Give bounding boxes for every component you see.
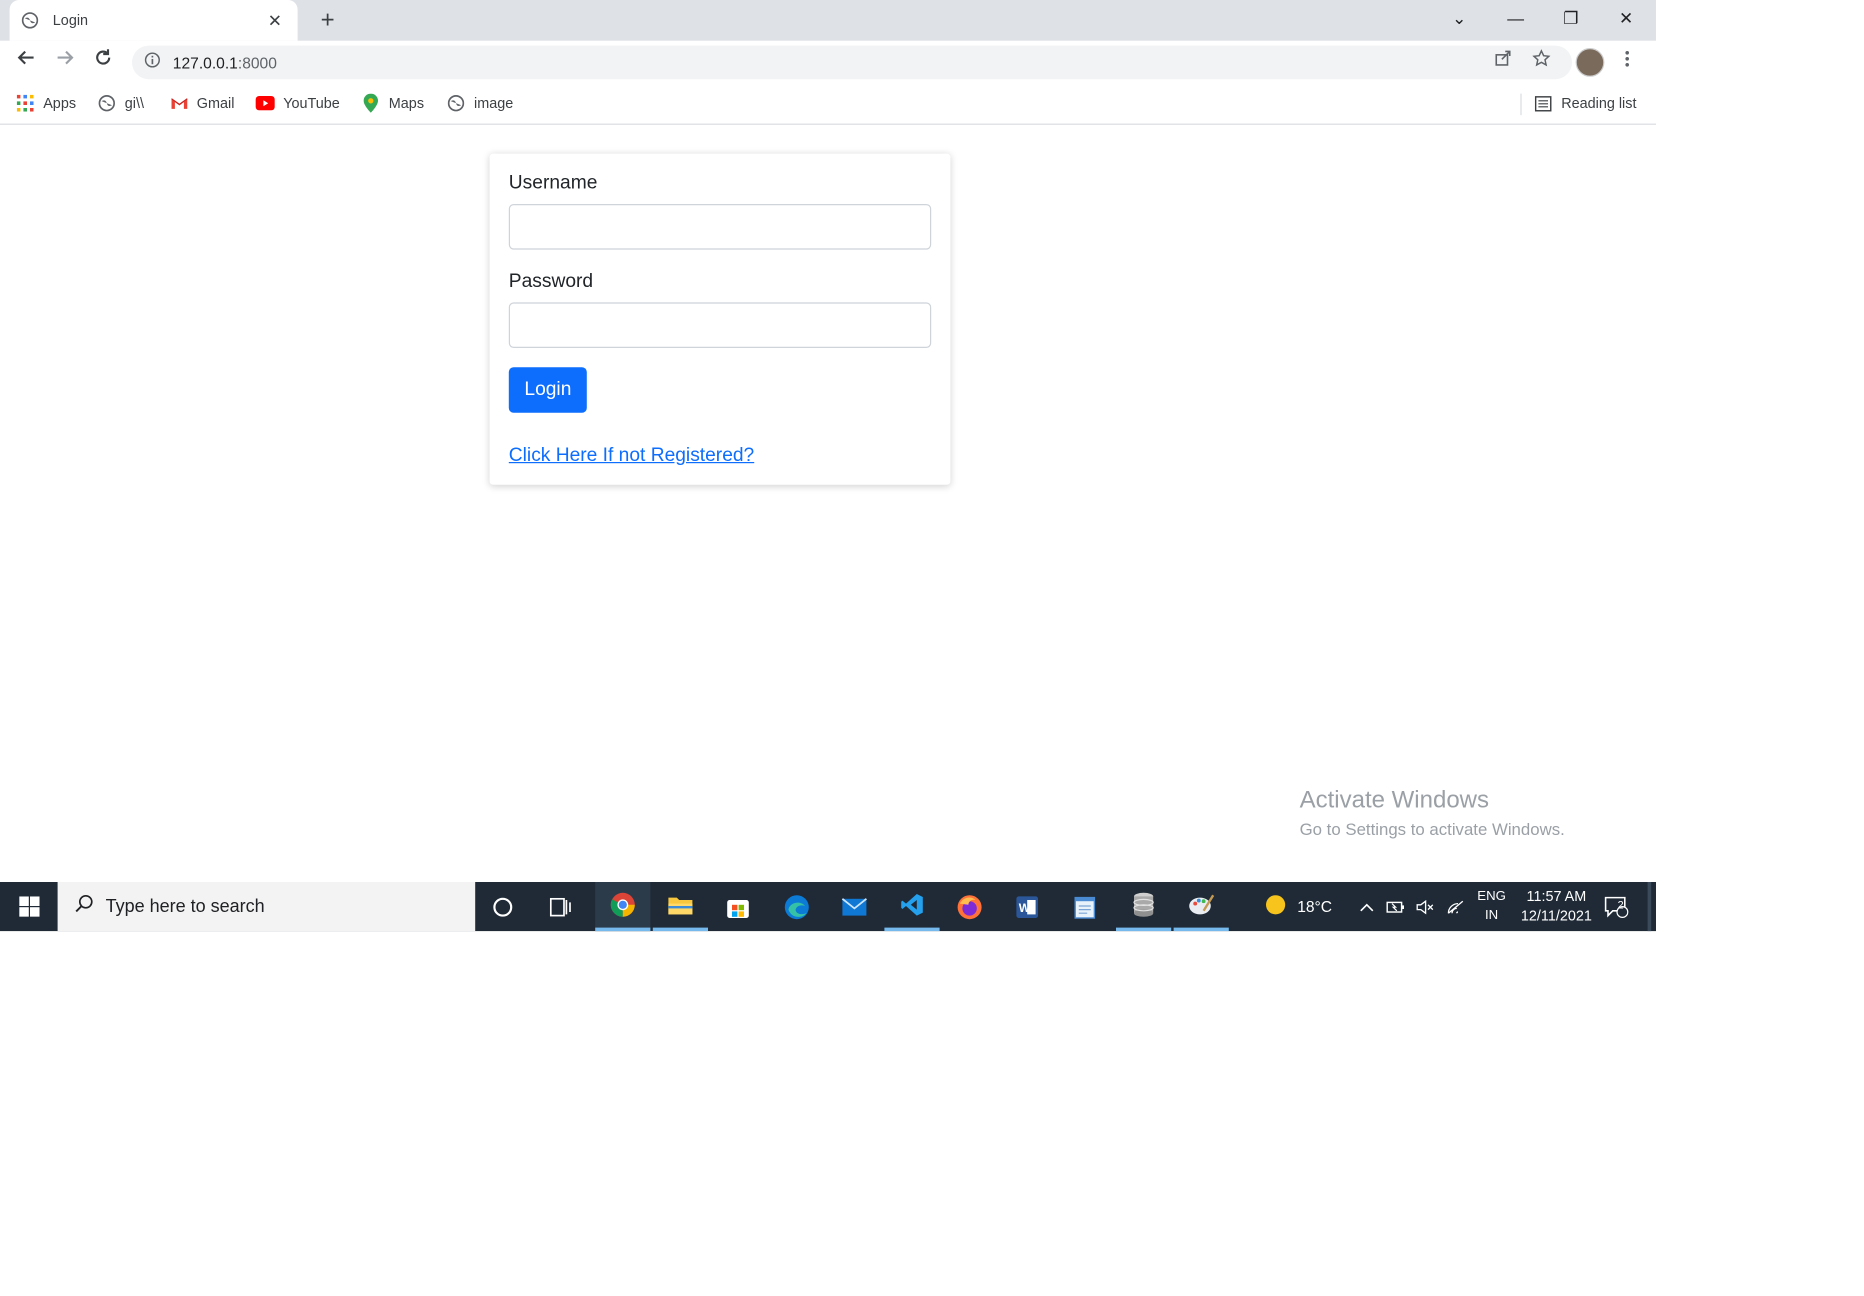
bookmark-maps[interactable]: Maps bbox=[361, 93, 425, 113]
url-port: :8000 bbox=[237, 53, 277, 72]
forward-icon[interactable] bbox=[50, 48, 79, 77]
login-card: Username Password Login Click Here If no… bbox=[489, 153, 951, 485]
edge-icon[interactable] bbox=[769, 882, 824, 931]
watermark-title: Activate Windows bbox=[1299, 787, 1490, 814]
back-icon[interactable] bbox=[12, 48, 41, 77]
globe-icon bbox=[21, 11, 41, 30]
close-window-button[interactable]: ✕ bbox=[1598, 0, 1653, 36]
reading-list-icon bbox=[1534, 94, 1553, 113]
bookmarks-divider bbox=[1520, 93, 1522, 116]
maps-pin-icon bbox=[361, 93, 380, 113]
username-input[interactable] bbox=[508, 204, 932, 250]
search-placeholder: Type here to search bbox=[105, 896, 265, 917]
password-label: Password bbox=[508, 271, 594, 292]
bookmark-apps[interactable]: Apps bbox=[16, 94, 76, 113]
chrome-icon[interactable] bbox=[595, 882, 651, 932]
activate-windows-watermark: Activate Windows Go to Settings to activ… bbox=[1300, 787, 1565, 839]
notification-count: 2 bbox=[1617, 898, 1624, 911]
url-host: 127.0.0.1 bbox=[172, 53, 238, 72]
bookmarks-bar: Apps gi\\ Gmail YouTube Maps image Readi… bbox=[0, 84, 1657, 125]
info-icon[interactable] bbox=[144, 51, 161, 74]
file-explorer-icon[interactable] bbox=[652, 882, 708, 932]
bookmark-gmail[interactable]: Gmail bbox=[169, 94, 234, 113]
bookmark-label: Gmail bbox=[196, 94, 235, 112]
cortana-icon[interactable] bbox=[475, 882, 530, 931]
region-code: IN bbox=[1485, 908, 1499, 923]
start-button[interactable] bbox=[0, 882, 58, 931]
globe-icon bbox=[446, 94, 465, 113]
show-desktop-button[interactable] bbox=[1647, 882, 1652, 932]
taskbar-search[interactable]: Type here to search bbox=[57, 882, 476, 932]
system-clock[interactable]: 11:57 AM 12/11/2021 bbox=[1514, 887, 1598, 925]
input-language[interactable]: ENG IN bbox=[1474, 887, 1510, 925]
star-icon[interactable] bbox=[1526, 48, 1555, 77]
bookmark-gi[interactable]: gi\\ bbox=[97, 94, 144, 113]
bookmark-youtube[interactable]: YouTube bbox=[255, 94, 340, 113]
close-tab-icon[interactable]: ✕ bbox=[264, 10, 286, 30]
taskbar: Type here to search W 18°C ENG IN 11:57 … bbox=[0, 882, 1657, 932]
username-label: Username bbox=[508, 172, 598, 194]
bookmark-label: Apps bbox=[43, 94, 77, 112]
clock-date: 12/11/2021 bbox=[1520, 907, 1592, 925]
mail-icon[interactable] bbox=[827, 882, 882, 931]
weather-widget[interactable]: 18°C bbox=[1265, 882, 1332, 931]
minimize-button[interactable]: — bbox=[1488, 0, 1543, 36]
new-tab-button[interactable]: + bbox=[314, 7, 340, 33]
svg-text:W: W bbox=[1019, 900, 1031, 914]
menu-icon[interactable] bbox=[1613, 48, 1642, 77]
register-link[interactable]: Click Here If not Registered? bbox=[509, 445, 931, 467]
vscode-icon[interactable] bbox=[884, 882, 940, 932]
database-icon[interactable] bbox=[1116, 882, 1172, 932]
firefox-icon[interactable] bbox=[942, 882, 997, 931]
word-icon[interactable]: W bbox=[1000, 882, 1055, 931]
youtube-icon bbox=[255, 94, 275, 113]
tab-search-icon[interactable]: ⌄ bbox=[1432, 0, 1487, 36]
tab-login[interactable]: Login ✕ bbox=[9, 0, 298, 41]
temperature: 18°C bbox=[1297, 897, 1333, 916]
tab-title: Login bbox=[52, 12, 89, 29]
reading-list-button[interactable]: Reading list bbox=[1534, 94, 1637, 113]
globe-icon bbox=[97, 94, 116, 113]
profile-avatar[interactable] bbox=[1575, 48, 1605, 77]
bookmark-label: YouTube bbox=[283, 94, 340, 112]
screen: Login ✕ + ⌄ — ❐ ✕ 127.0.0.1:8000 Apps gi… bbox=[0, 0, 1657, 932]
apps-grid-icon bbox=[16, 94, 35, 113]
tab-strip: Login ✕ + ⌄ — ❐ ✕ bbox=[0, 0, 1657, 41]
browser-toolbar: 127.0.0.1:8000 bbox=[0, 40, 1657, 84]
reading-list-label: Reading list bbox=[1561, 94, 1637, 112]
restore-button[interactable]: ❐ bbox=[1543, 0, 1598, 36]
share-icon[interactable] bbox=[1488, 48, 1517, 77]
password-input[interactable] bbox=[508, 302, 932, 348]
battery-icon[interactable] bbox=[1386, 882, 1405, 931]
gmail-icon bbox=[169, 94, 188, 113]
volume-muted-icon[interactable] bbox=[1416, 882, 1435, 931]
login-button[interactable]: Login bbox=[508, 367, 587, 413]
task-view-icon[interactable] bbox=[533, 882, 588, 931]
watermark-subtitle: Go to Settings to activate Windows. bbox=[1299, 819, 1565, 839]
notification-center-icon[interactable]: 2 bbox=[1604, 882, 1629, 931]
bookmark-label: image bbox=[474, 94, 514, 112]
bookmark-image[interactable]: image bbox=[446, 94, 513, 113]
store-icon[interactable] bbox=[710, 882, 765, 931]
search-icon bbox=[74, 894, 93, 919]
bookmark-label: gi\\ bbox=[124, 94, 145, 112]
address-bar[interactable]: 127.0.0.1:8000 bbox=[132, 45, 1573, 80]
paint-icon[interactable] bbox=[1173, 882, 1229, 932]
url-text: 127.0.0.1:8000 bbox=[173, 53, 277, 71]
notepad-icon[interactable] bbox=[1057, 882, 1112, 931]
windows-logo-icon bbox=[18, 896, 39, 917]
wifi-icon[interactable] bbox=[1447, 882, 1466, 931]
show-hidden-icons[interactable] bbox=[1360, 882, 1374, 931]
reload-icon[interactable] bbox=[89, 48, 118, 77]
sun-icon bbox=[1265, 894, 1287, 919]
clock-time: 11:57 AM bbox=[1526, 888, 1587, 905]
bookmark-label: Maps bbox=[388, 94, 425, 112]
language-code: ENG bbox=[1477, 889, 1506, 904]
